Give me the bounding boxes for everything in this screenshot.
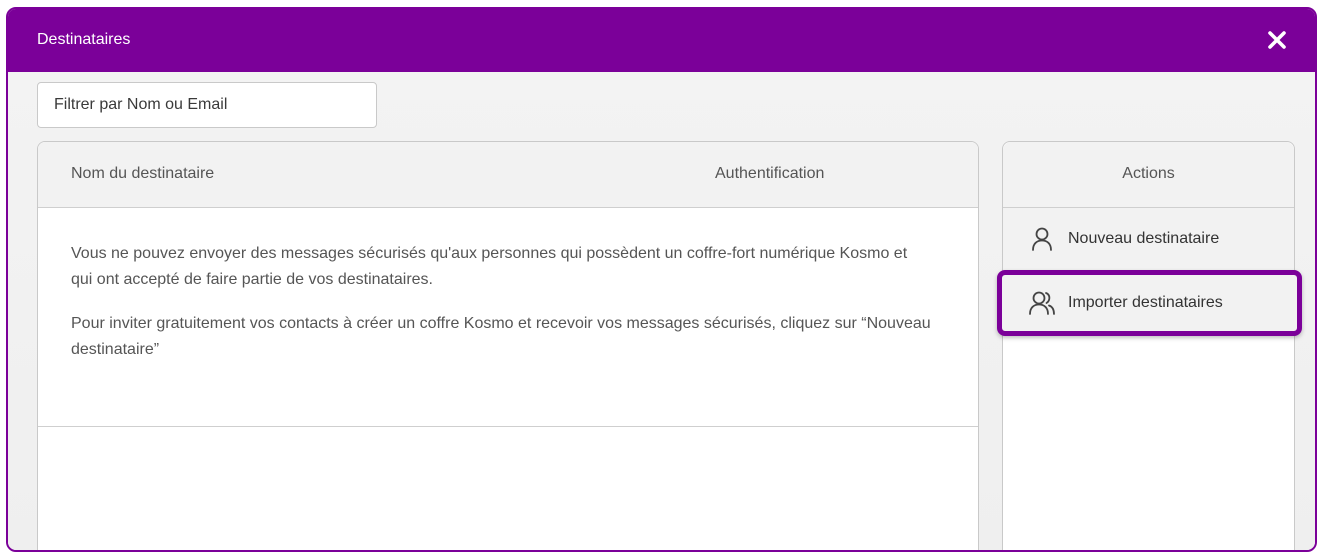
dialog-title: Destinataires [37, 31, 131, 48]
recipients-dialog: Destinataires Nom du destinataire Authen… [6, 7, 1317, 552]
row-divider [38, 426, 978, 427]
import-recipients-button[interactable]: Importer destinataires [997, 270, 1302, 336]
import-recipients-label: Importer destinataires [1068, 294, 1223, 311]
actions-title: Actions [1122, 165, 1175, 182]
dialog-body: Nom du destinataire Authentification Vou… [8, 72, 1315, 550]
empty-state-message: Vous ne pouvez envoyer des messages sécu… [71, 241, 931, 381]
new-recipient-button[interactable]: Nouveau destinataire [1003, 208, 1294, 270]
column-header-name[interactable]: Nom du destinataire [71, 165, 214, 183]
column-header-authentication[interactable]: Authentification [715, 165, 824, 183]
filter-input[interactable] [37, 82, 377, 128]
new-recipient-label: Nouveau destinataire [1068, 230, 1220, 247]
user-icon [1029, 225, 1057, 253]
users-icon [1028, 289, 1056, 317]
close-icon[interactable] [1265, 28, 1289, 52]
actions-panel: Actions Nouveau destinataire Importer de… [997, 141, 1302, 550]
recipients-table: Nom du destinataire Authentification Vou… [37, 141, 979, 550]
empty-state-paragraph: Pour inviter gratuitement vos contacts à… [71, 315, 931, 358]
empty-state-paragraph: Vous ne pouvez envoyer des messages sécu… [71, 245, 908, 288]
table-header: Nom du destinataire Authentification [38, 142, 978, 208]
actions-header: Actions [1003, 142, 1294, 208]
dialog-header: Destinataires [8, 9, 1315, 72]
